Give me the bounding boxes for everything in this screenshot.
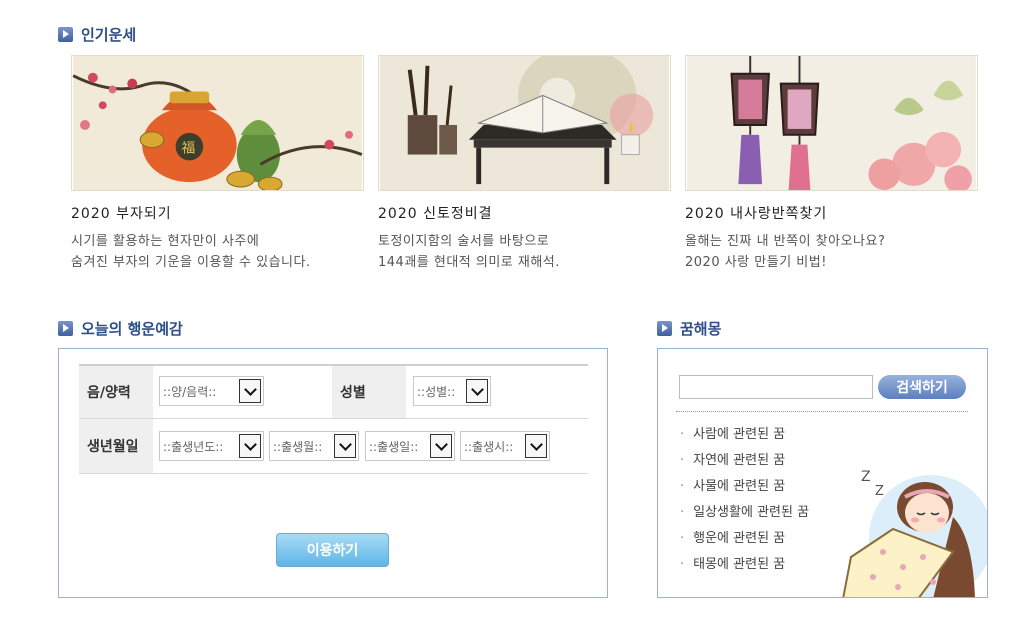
norigae-image[interactable] [685, 55, 978, 191]
fortune-bags-image[interactable]: 福 [71, 55, 364, 191]
birth-day-select[interactable]: ::출생일:: [365, 431, 455, 461]
card-title[interactable]: 2020 부자되기 [71, 203, 364, 223]
gender-label: 성별 [332, 366, 406, 418]
fortune-form: 음/양력 ::양/음력:: 성별 ::성별:: 생년월일 ::출생년도:: ::… [58, 348, 608, 598]
card-tojeong[interactable]: 2020 신토정비결 토정이지함의 술서를 바탕으로 144괘를 현대적 의미로… [378, 55, 671, 273]
card-description: 시기를 활용하는 현자만이 사주에 숨겨진 부자의 기운을 이용할 수 있습니다… [71, 234, 311, 270]
svg-text:Z: Z [861, 469, 871, 485]
dream-box: 검색하기 · 사람에 관련된 꿈 · 자연에 관련된 꿈 · 사물에 관련된 꿈 · 일… [657, 348, 988, 598]
fortune-section-title: 오늘의 행운예감 [58, 318, 183, 339]
use-button[interactable]: 이용하기 [276, 533, 389, 567]
chevron-down-icon [239, 379, 261, 403]
svg-text:Z: Z [875, 484, 884, 499]
gender-select[interactable]: ::성별:: [413, 376, 491, 406]
dream-category-item[interactable]: · 행운에 관련된 꿈 [680, 529, 809, 555]
card-title[interactable]: 2020 신토정비결 [378, 203, 671, 223]
arrow-bullet-icon [657, 321, 672, 336]
birth-hour-select[interactable]: ::출생시:: [460, 431, 550, 461]
birth-label: 생년월일 [79, 419, 153, 473]
chevron-down-icon [430, 434, 452, 458]
dream-category-item[interactable]: · 사람에 관련된 꿈 [680, 425, 809, 451]
arrow-bullet-icon [58, 321, 73, 336]
lunar-label: 음/양력 [79, 366, 153, 418]
card-description: 올해는 진짜 내 반쪽이 찾아오나요? 2020 사랑 만들기 비법! [685, 234, 886, 270]
dream-category-item[interactable]: · 일상생활에 관련된 꿈 [680, 503, 809, 529]
card-description: 토정이지함의 술서를 바탕으로 144괘를 현대적 의미로 재해석. [378, 234, 560, 270]
chevron-down-icon [334, 434, 356, 458]
chevron-down-icon [525, 434, 547, 458]
card-title[interactable]: 2020 내사랑반쪽찾기 [685, 203, 978, 223]
arrow-bullet-icon [58, 27, 73, 42]
dream-search-button[interactable]: 검색하기 [878, 375, 966, 399]
birth-month-select[interactable]: ::출생월:: [269, 431, 359, 461]
card-love[interactable]: 2020 내사랑반쪽찾기 올해는 진짜 내 반쪽이 찾아오나요? 2020 사랑… [685, 55, 978, 273]
dream-section-title: 꿈해몽 [657, 318, 721, 339]
svg-text:福: 福 [182, 141, 196, 157]
chevron-down-icon [239, 434, 261, 458]
dream-category-item[interactable]: · 자연에 관련된 꿈 [680, 451, 809, 477]
birth-row: 생년월일 ::출생년도:: ::출생월:: ::출생일:: ::출생시:: [79, 419, 588, 474]
popular-section-title: 인기운세 [58, 24, 136, 45]
birth-year-select[interactable]: ::출생년도:: [159, 431, 264, 461]
lunar-select[interactable]: ::양/음력:: [159, 376, 264, 406]
sleeping-girl-illustration: Z Z [842, 469, 987, 597]
book-desk-image[interactable] [378, 55, 671, 191]
card-rich[interactable]: 福 2020 부자되기 시기를 활용하는 현자만이 사주에 숨겨진 부자의 기운… [71, 55, 364, 273]
dream-category-item[interactable]: · 태몽에 관련된 꿈 [680, 555, 809, 581]
dream-category-list: · 사람에 관련된 꿈 · 자연에 관련된 꿈 · 사물에 관련된 꿈 · 일상생활에 … [680, 425, 809, 581]
chevron-down-icon [466, 379, 488, 403]
dream-category-item[interactable]: · 사물에 관련된 꿈 [680, 477, 809, 503]
lunar-gender-row: 음/양력 ::양/음력:: 성별 ::성별:: [79, 364, 588, 419]
divider [676, 411, 968, 412]
dream-search-input[interactable] [679, 375, 873, 399]
